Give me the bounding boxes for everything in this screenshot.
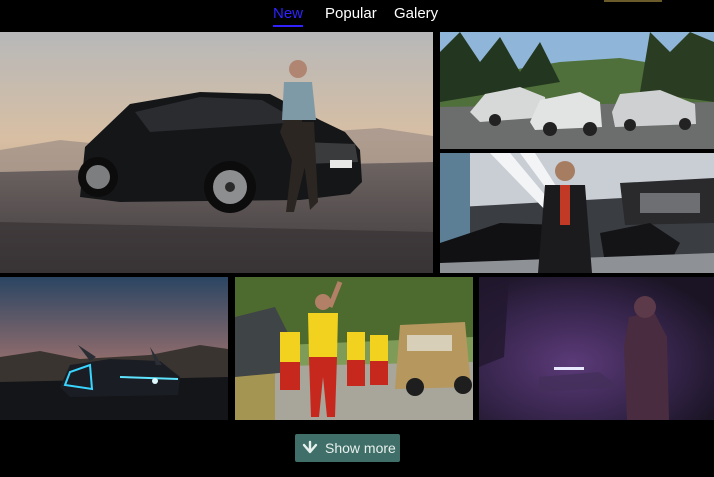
suv-photo: [0, 32, 433, 273]
show-more-label: Show more: [325, 440, 396, 456]
gallery-tile-1[interactable]: [0, 32, 433, 273]
gallery-tile-5[interactable]: [235, 277, 473, 420]
gallery-tile-4[interactable]: [0, 277, 228, 420]
prototypes-photo: [440, 32, 714, 149]
showroom-photo: [440, 153, 714, 273]
gallery-tile-6[interactable]: [479, 277, 714, 420]
misty-forest-photo: [479, 277, 714, 420]
arrow-down-icon: [302, 440, 318, 454]
top-decoration: [604, 0, 662, 2]
tab-galery[interactable]: Galery: [394, 5, 438, 23]
tab-new[interactable]: New: [273, 5, 304, 27]
top-nav: New Popular Galery: [0, 0, 714, 32]
gallery-tile-2[interactable]: [440, 32, 714, 149]
gallery-tile-3[interactable]: [440, 153, 714, 273]
rescue-team-photo: [235, 277, 473, 420]
tab-popular[interactable]: Popular: [325, 5, 377, 23]
show-more-button[interactable]: Show more: [295, 434, 400, 462]
concept-car-photo: [0, 277, 228, 420]
